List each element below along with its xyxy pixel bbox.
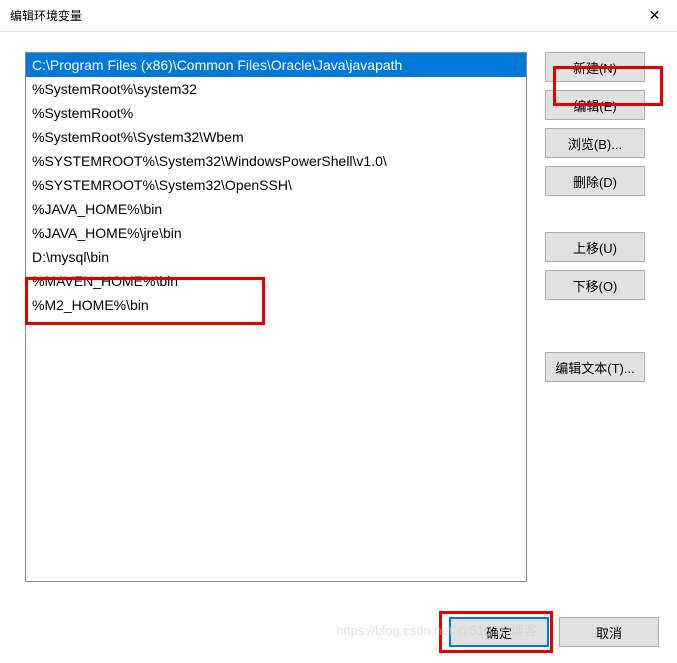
new-button[interactable]: 新建(N)	[545, 52, 645, 82]
close-icon: ✕	[649, 7, 661, 24]
list-item[interactable]: %JAVA_HOME%\jre\bin	[26, 221, 526, 245]
close-button[interactable]: ✕	[632, 0, 677, 32]
list-item[interactable]: D:\mysql\bin	[26, 245, 526, 269]
ok-button[interactable]: 确定	[449, 617, 549, 647]
movedown-button[interactable]: 下移(O)	[545, 270, 645, 300]
list-item[interactable]: %SYSTEMROOT%\System32\OpenSSH\	[26, 173, 526, 197]
list-item[interactable]: %SystemRoot%\System32\Wbem	[26, 125, 526, 149]
dialog-footer: 确定 取消	[449, 617, 659, 647]
list-item[interactable]: %SYSTEMROOT%\System32\WindowsPowerShell\…	[26, 149, 526, 173]
side-button-group: 新建(N) 编辑(E) 浏览(B)... 删除(D) 上移(U) 下移(O) 编…	[545, 52, 645, 582]
list-item[interactable]: %SystemRoot%\system32	[26, 77, 526, 101]
list-item[interactable]: %SystemRoot%	[26, 101, 526, 125]
list-item[interactable]: %MAVEN_HOME%\bin	[26, 269, 526, 293]
delete-button[interactable]: 删除(D)	[545, 166, 645, 196]
cancel-button[interactable]: 取消	[559, 617, 659, 647]
edit-button[interactable]: 编辑(E)	[545, 90, 645, 120]
window-title: 编辑环境变量	[10, 7, 82, 24]
moveup-button[interactable]: 上移(U)	[545, 232, 645, 262]
list-item[interactable]: C:\Program Files (x86)\Common Files\Orac…	[26, 53, 526, 77]
list-item[interactable]: %JAVA_HOME%\bin	[26, 197, 526, 221]
edittext-button[interactable]: 编辑文本(T)...	[545, 352, 645, 382]
path-listbox[interactable]: C:\Program Files (x86)\Common Files\Orac…	[25, 52, 527, 582]
dialog-content: C:\Program Files (x86)\Common Files\Orac…	[0, 32, 677, 592]
browse-button[interactable]: 浏览(B)...	[545, 128, 645, 158]
list-item[interactable]: %M2_HOME%\bin	[26, 293, 526, 317]
titlebar: 编辑环境变量 ✕	[0, 0, 677, 32]
